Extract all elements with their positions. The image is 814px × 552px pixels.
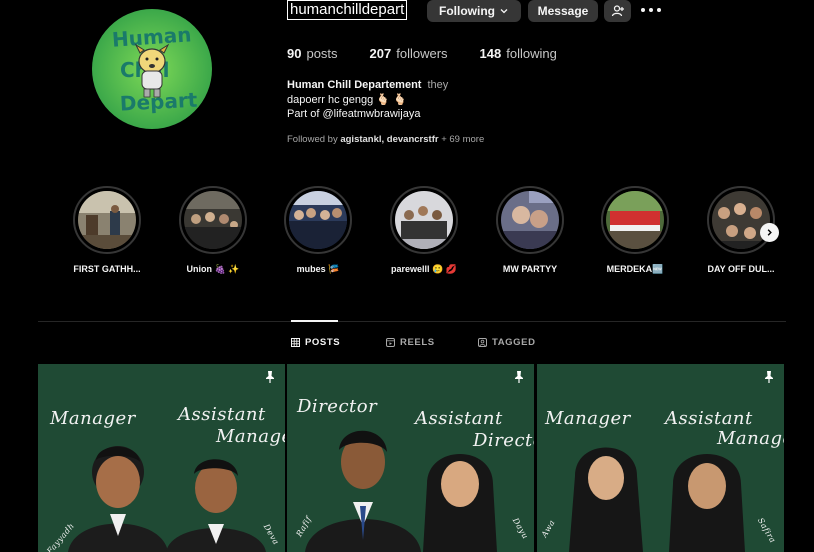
pin-icon	[266, 371, 274, 383]
active-tab-indicator	[291, 320, 338, 322]
highlight-item[interactable]: FIRST GATHH...	[62, 186, 152, 274]
highlights-next-button[interactable]	[760, 223, 779, 242]
followed-by-more: + 69 more	[441, 134, 485, 145]
highlight-label: MERDEKA🆕	[606, 264, 664, 274]
post-title-left: Manager	[545, 408, 631, 429]
profile-stats: 90 posts 207 followers 148 following	[287, 46, 589, 61]
post-title-left: Director	[297, 396, 378, 417]
post-title-right-1: Assistant	[665, 408, 753, 429]
highlight-item[interactable]: parewelll 🥲 💋	[379, 186, 469, 275]
bio-line-2[interactable]: Part of @lifeatmwbrawijaya	[287, 107, 448, 122]
posts-label: posts	[306, 46, 338, 61]
following-count-label: following	[506, 46, 557, 61]
more-options-icon[interactable]	[641, 3, 661, 17]
post-title-right-2: Manager	[717, 428, 784, 449]
followers-label: followers	[396, 46, 448, 61]
following-count: 148	[479, 46, 502, 61]
post-title-right-1: Assistant	[415, 408, 503, 429]
tab-posts-label: POSTS	[305, 337, 341, 348]
highlight-label: MW PARTYY	[502, 264, 558, 274]
profile-bio: Human Chill Departement they dapoerr hc g…	[287, 78, 448, 122]
pin-icon	[515, 371, 523, 383]
following-stat[interactable]: 148 following	[480, 46, 557, 61]
grid-icon	[291, 338, 300, 347]
followers-count: 207	[369, 46, 392, 61]
tab-tagged-label: TAGGED	[492, 337, 536, 348]
highlight-label: parewelll 🥲 💋	[391, 264, 457, 274]
chevron-right-icon	[767, 229, 772, 236]
tab-reels[interactable]: REELS	[386, 337, 435, 348]
post-tile[interactable]: Manager Assistant Manager Fayyadh Deva	[38, 364, 285, 552]
highlight-label: DAY OFF DUL...	[707, 264, 775, 274]
highlight-label: FIRST GATHH...	[73, 264, 141, 274]
add-user-icon	[611, 5, 624, 17]
tabs-divider	[38, 321, 786, 322]
following-button[interactable]: Following	[427, 0, 521, 22]
post-title-right-2: Director	[473, 430, 534, 451]
highlight-label: Union 🍇 ✨	[186, 264, 240, 274]
chevron-down-icon	[500, 9, 508, 14]
followers-stat[interactable]: 207 followers	[370, 46, 448, 61]
highlight-item[interactable]: Union 🍇 ✨	[168, 186, 258, 275]
profile-avatar[interactable]: Human Chill Depart	[92, 9, 212, 129]
post-title-left: Manager	[50, 408, 136, 429]
post-tile[interactable]: Director Assistant Director Rafif Dayu	[287, 364, 534, 552]
highlight-item[interactable]: MERDEKA🆕	[590, 186, 680, 275]
story-highlights: FIRST GATHH... Union 🍇 ✨ mubes 🎏 parewel…	[0, 186, 814, 286]
pronoun: they	[427, 79, 449, 91]
highlight-item[interactable]: MW PARTYY	[485, 186, 575, 274]
followed-by-names: agistankl, devancrstfr	[340, 134, 439, 145]
tagged-icon	[478, 338, 487, 347]
suggest-users-button[interactable]	[604, 0, 631, 22]
tab-posts[interactable]: POSTS	[291, 337, 340, 348]
post-tile[interactable]: Manager Assistant Manager Awa Safira	[537, 364, 784, 552]
following-button-label: Following	[439, 4, 495, 18]
bio-line-1: dapoerr hc gengg 🫰🏻 🫰🏻	[287, 93, 407, 106]
profile-username: humanchilldepart	[287, 0, 408, 20]
post-title-right-2: Manager	[216, 426, 285, 447]
message-button[interactable]: Message	[528, 0, 598, 22]
highlight-label: mubes 🎏	[296, 264, 340, 274]
tab-tagged[interactable]: TAGGED	[478, 337, 536, 348]
highlight-item[interactable]: mubes 🎏	[273, 186, 363, 275]
followed-by-prefix: Followed by	[287, 134, 338, 145]
reels-icon	[386, 338, 395, 347]
display-name: Human Chill Departement	[287, 79, 422, 91]
posts-stat: 90 posts	[287, 46, 338, 61]
followed-by[interactable]: Followed by agistankl, devancrstfr + 69 …	[287, 134, 484, 145]
pin-icon	[765, 371, 773, 383]
posts-count: 90	[287, 46, 302, 61]
post-title-right-1: Assistant	[178, 404, 266, 425]
tab-reels-label: REELS	[400, 337, 435, 348]
message-button-label: Message	[537, 4, 589, 18]
